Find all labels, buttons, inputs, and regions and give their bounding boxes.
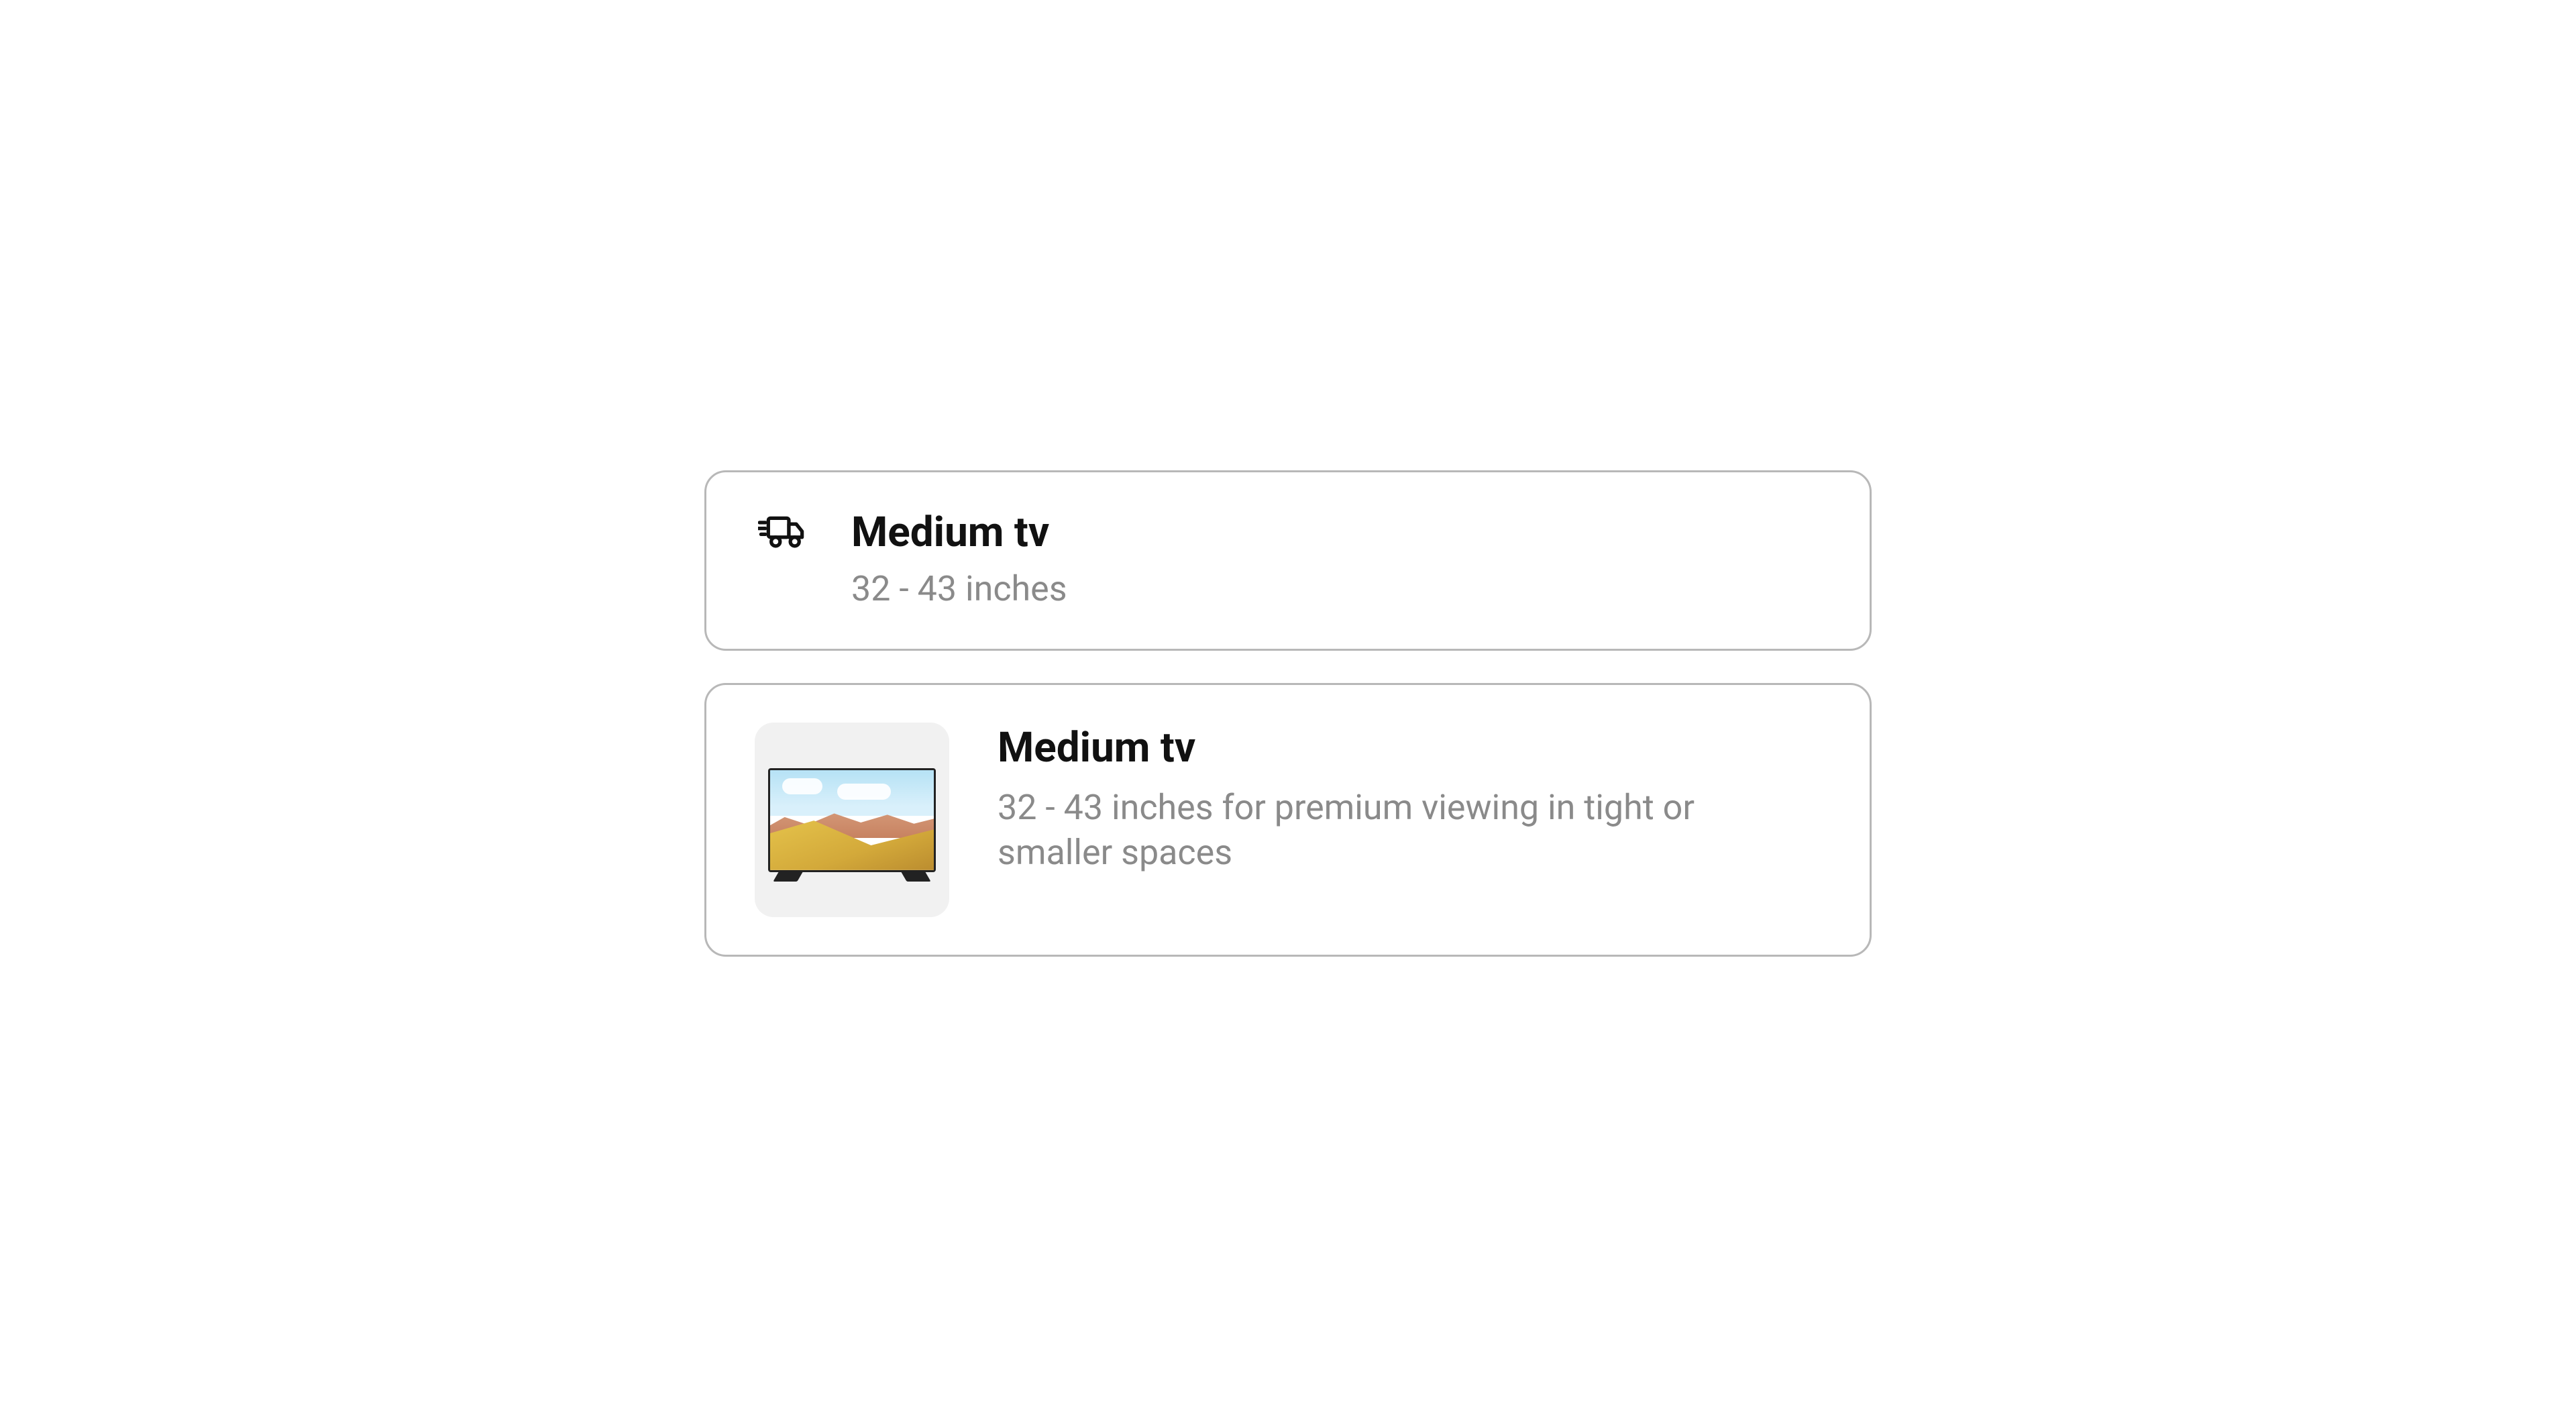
option-card-medium-tv-image[interactable]: Medium tv 32 - 43 inches for premium vie… bbox=[704, 683, 1872, 957]
tv-thumbnail bbox=[755, 723, 949, 917]
card-subtitle: 32 - 43 inches bbox=[851, 566, 1067, 612]
card-text: Medium tv 32 - 43 inches for premium vie… bbox=[998, 723, 1816, 875]
option-card-medium-tv-icon[interactable]: Medium tv 32 - 43 inches bbox=[704, 470, 1872, 651]
card-stack: Medium tv 32 - 43 inches Medium tv 32 - … bbox=[704, 470, 1872, 957]
card-title: Medium tv bbox=[851, 510, 1067, 556]
card-subtitle: 32 - 43 inches for premium viewing in ti… bbox=[998, 785, 1816, 876]
card-text: Medium tv 32 - 43 inches bbox=[851, 510, 1067, 612]
card-title: Medium tv bbox=[998, 725, 1816, 771]
truck-fast-icon bbox=[755, 510, 808, 550]
